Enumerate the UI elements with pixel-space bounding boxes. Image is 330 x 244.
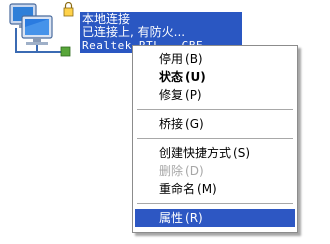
menu-item-label: 桥接 [159, 117, 184, 131]
menu-item-accel: (B) [185, 52, 203, 66]
menu-item-repair[interactable]: 修复 (P) [135, 86, 295, 104]
menu-item-delete: 删除 (D) [135, 162, 295, 180]
network-connection-icon [9, 2, 74, 57]
menu-separator [137, 109, 293, 110]
menu-item-bridge[interactable]: 桥接 (G) [135, 115, 295, 133]
menu-item-label: 修复 [159, 88, 184, 102]
menu-item-label: 属性 [159, 211, 184, 225]
menu-item-label: 重命名 [159, 182, 196, 196]
menu-item-accel: (D) [185, 164, 204, 178]
menu-separator [137, 138, 293, 139]
menu-item-accel: (P) [185, 88, 202, 102]
menu-item-accel: (U) [185, 70, 206, 84]
connection-status: 已连接上, 有防火... [82, 25, 186, 39]
menu-item-properties[interactable]: 属性 (R) [135, 209, 295, 227]
menu-item-disable[interactable]: 停用 (B) [135, 50, 295, 68]
menu-item-label: 停用 [159, 52, 184, 66]
menu-item-create-shortcut[interactable]: 创建快捷方式 (S) [135, 144, 295, 162]
menu-item-accel: (R) [185, 211, 203, 225]
context-menu: 停用 (B) 状态 (U) 修复 (P) 桥接 (G) 创建快捷方式 (S) 删除 (D) … [132, 45, 298, 233]
lock-icon [63, 2, 74, 17]
menu-item-label: 创建快捷方式 [159, 146, 232, 160]
menu-item-rename[interactable]: 重命名 (M) [135, 180, 295, 198]
menu-item-label: 状态 [159, 70, 184, 84]
menu-item-accel: (M) [197, 182, 217, 196]
menu-item-label: 删除 [159, 164, 184, 178]
menu-item-accel: (S) [233, 146, 250, 160]
menu-item-accel: (G) [185, 117, 204, 131]
menu-separator [137, 203, 293, 204]
menu-item-status[interactable]: 状态 (U) [135, 68, 295, 86]
